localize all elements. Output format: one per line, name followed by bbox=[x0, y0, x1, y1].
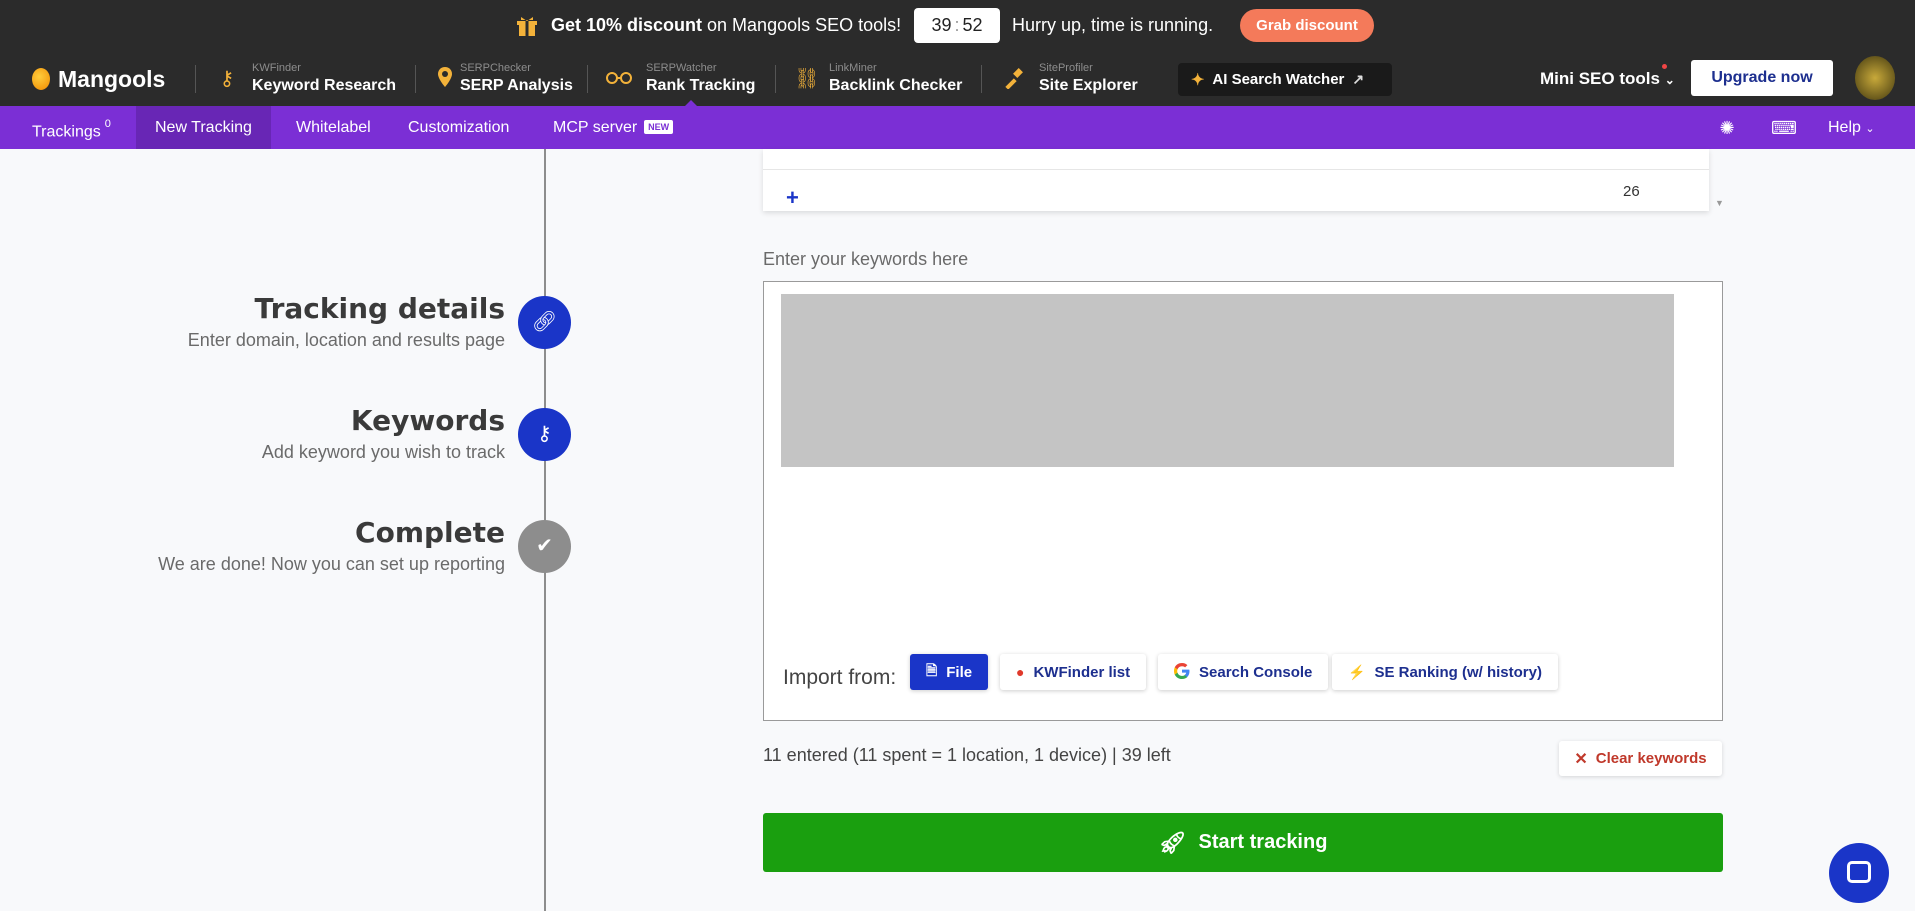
ai-search-watcher-button[interactable]: ✦ AI Search Watcher ↗ bbox=[1178, 63, 1392, 96]
main-header: Mangools ⚷ KWFinder Keyword Research SER… bbox=[0, 51, 1915, 107]
location-count: 26 bbox=[1623, 183, 1640, 200]
step-complete: ✔ bbox=[518, 520, 571, 573]
tool-kwfinder[interactable]: ⚷ KWFinder Keyword Research bbox=[214, 61, 404, 97]
add-location-button[interactable]: + bbox=[786, 185, 799, 211]
step-subtitle: Enter domain, location and results page bbox=[187, 330, 505, 350]
kwfinder-icon: ● bbox=[1016, 664, 1025, 680]
import-file-button[interactable]: 🗎︎ File bbox=[910, 654, 989, 690]
chevron-down-icon: ⌄ bbox=[1664, 73, 1675, 87]
nav-trackings[interactable]: Trackings 0 bbox=[32, 106, 111, 149]
nav-customization[interactable]: Customization bbox=[408, 106, 509, 149]
mango-icon bbox=[32, 68, 50, 90]
clear-keywords-button[interactable]: ✕ Clear keywords bbox=[1559, 741, 1722, 776]
step-title-complete: Complete bbox=[355, 516, 505, 549]
import-kwfinder-button[interactable]: ● KWFinder list bbox=[1000, 654, 1147, 690]
step-subtitle: Add keyword you wish to track bbox=[261, 442, 505, 462]
step-title-keywords: Keywords bbox=[350, 404, 505, 437]
link-icon: ⛓ bbox=[794, 68, 820, 90]
nav-mcp-server[interactable]: MCP server NEW bbox=[553, 106, 674, 149]
notification-dot bbox=[1661, 64, 1667, 69]
chat-icon bbox=[1847, 861, 1871, 883]
keywords-input-box[interactable]: Import from: 🗎︎ File ● KWFinder list Searc… bbox=[763, 281, 1723, 721]
link-icon: 🔗︎ bbox=[531, 311, 558, 333]
divider bbox=[587, 65, 588, 93]
tool-siteprofiler[interactable]: SiteProfiler Site Explorer bbox=[1001, 61, 1146, 97]
key-icon: ⚷ bbox=[537, 423, 552, 445]
mini-seo-tools-menu[interactable]: Mini SEO tools ⌄ bbox=[1540, 64, 1675, 89]
upgrade-now-button[interactable]: Upgrade now bbox=[1691, 60, 1833, 96]
hurry-text: Hurry up, time is running. bbox=[1012, 15, 1214, 35]
import-se-ranking-button[interactable]: ⚡ SE Ranking (w/ history) bbox=[1332, 654, 1558, 690]
new-badge: NEW bbox=[644, 120, 674, 134]
import-label: Import from: bbox=[783, 666, 897, 689]
close-icon: ✕ bbox=[1574, 750, 1588, 768]
check-icon: ✔ bbox=[536, 535, 553, 557]
key-icon: ⚷ bbox=[219, 68, 235, 90]
scroll-down-icon[interactable]: ▼ bbox=[1715, 198, 1724, 208]
start-tracking-button[interactable]: 🚀︎ Start tracking bbox=[763, 813, 1723, 872]
chat-launcher-button[interactable] bbox=[1829, 843, 1889, 903]
import-search-console-button[interactable]: Search Console bbox=[1158, 654, 1329, 690]
nav-whitelabel[interactable]: Whitelabel bbox=[296, 106, 371, 149]
google-icon bbox=[1174, 662, 1190, 682]
keywords-textarea[interactable] bbox=[781, 294, 1674, 467]
promo-bar: Get 10% discount on Mangools SEO tools! … bbox=[0, 0, 1915, 51]
step-keywords[interactable]: ⚷ bbox=[518, 408, 571, 461]
chevron-down-icon: ⌄ bbox=[1865, 123, 1875, 135]
divider bbox=[415, 65, 416, 93]
divider bbox=[195, 65, 196, 93]
divider bbox=[763, 169, 1709, 170]
divider bbox=[775, 65, 776, 93]
countdown-timer: 39:52 bbox=[914, 8, 1000, 43]
promo-text: Get 10% discount on Mangools SEO tools! bbox=[551, 15, 902, 35]
keyboard-icon[interactable]: ⌨ bbox=[1771, 117, 1797, 139]
divider bbox=[981, 65, 982, 93]
avatar[interactable] bbox=[1855, 56, 1895, 100]
glasses-icon bbox=[606, 67, 632, 91]
settings-icon[interactable]: ✺ bbox=[1716, 117, 1738, 139]
nav-new-tracking[interactable]: New Tracking bbox=[136, 106, 271, 149]
step-tracking-details[interactable]: 🔗︎ bbox=[518, 296, 571, 349]
pin-icon bbox=[432, 67, 458, 91]
mangools-logo[interactable]: Mangools bbox=[32, 65, 165, 93]
sub-navigation: Trackings 0 New Tracking Whitelabel Custo… bbox=[0, 106, 1915, 149]
tool-serpchecker[interactable]: SERPChecker SERP Analysis bbox=[432, 61, 573, 97]
step-subtitle: We are done! Now you can set up reportin… bbox=[158, 554, 505, 574]
hammer-icon bbox=[1001, 67, 1027, 91]
file-icon: 🗎︎ bbox=[926, 662, 938, 678]
se-ranking-icon: ⚡ bbox=[1348, 663, 1366, 680]
tool-linkminer[interactable]: ⛓ LinkMiner Backlink Checker bbox=[794, 61, 969, 97]
location-list: + 26 bbox=[763, 149, 1709, 211]
rocket-icon: 🚀︎ bbox=[1158, 829, 1187, 855]
grab-discount-button[interactable]: Grab discount bbox=[1240, 9, 1374, 42]
external-link-icon: ↗ bbox=[1352, 71, 1365, 87]
nav-help[interactable]: Help ⌄ bbox=[1828, 106, 1875, 149]
sparkle-icon: ✦ bbox=[1191, 71, 1205, 89]
tool-serpwatcher[interactable]: SERPWatcher Rank Tracking bbox=[606, 61, 762, 107]
step-title-tracking-details: Tracking details bbox=[254, 292, 505, 325]
gift-icon bbox=[515, 14, 539, 38]
keywords-label: Enter your keywords here bbox=[763, 249, 969, 269]
keyword-count-text: 11 entered (11 spent = 1 location, 1 dev… bbox=[763, 745, 1171, 765]
